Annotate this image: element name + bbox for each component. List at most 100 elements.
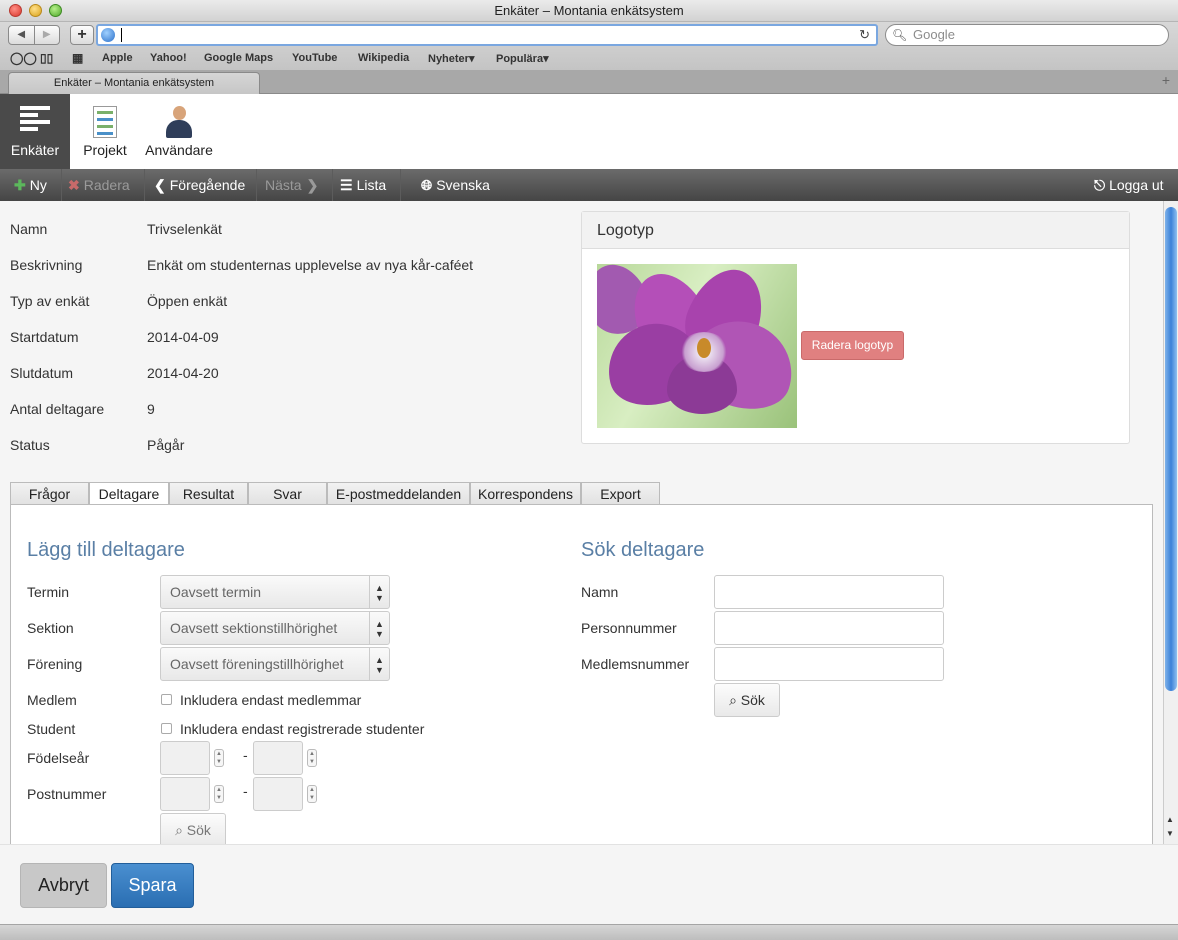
tab-fragor[interactable]: Frågor bbox=[10, 482, 89, 505]
select-arrows-icon: ▲ ▼ bbox=[369, 576, 389, 608]
spinner-arrows-icon[interactable]: ▲ ▼ bbox=[214, 785, 224, 803]
search-field[interactable]: 🔍︎ Google bbox=[885, 24, 1169, 46]
chevron-right-icon: ❯ bbox=[306, 177, 319, 193]
reading-list-icon[interactable]: ◯◯ bbox=[10, 51, 37, 65]
bookmarks-book-icon[interactable]: ▯▯ bbox=[40, 51, 53, 65]
tab-svar[interactable]: Svar bbox=[248, 482, 327, 505]
member-checkbox-label[interactable]: Inkludera endast medlemmar bbox=[180, 692, 361, 708]
next-button[interactable]: Nästa ❯ bbox=[261, 169, 322, 201]
save-button[interactable]: Spara bbox=[111, 863, 194, 908]
field-label-status: Status bbox=[10, 437, 50, 453]
address-bar[interactable]: ↻ bbox=[96, 24, 878, 46]
bookmarks-bar: ◯◯ ▯▯ ▦ Apple Yahoo! Google Maps YouTube… bbox=[0, 50, 1178, 68]
chevron-left-icon: ❮ bbox=[154, 177, 166, 193]
tab-korrespondens[interactable]: Korrespondens bbox=[470, 482, 581, 505]
range-separator: - bbox=[243, 747, 248, 763]
scrollbar-thumb[interactable] bbox=[1165, 207, 1177, 691]
tab-export[interactable]: Export bbox=[581, 482, 660, 505]
minimize-window-button[interactable] bbox=[29, 4, 42, 17]
new-tab-icon[interactable]: + bbox=[1162, 72, 1170, 88]
delete-button[interactable]: ✖ Radera bbox=[64, 169, 134, 201]
scroll-down-arrow-icon[interactable]: ▼ bbox=[1166, 829, 1174, 838]
bookmark-yahoo[interactable]: Yahoo! bbox=[150, 52, 187, 64]
globe-icon bbox=[101, 28, 115, 42]
back-arrow-icon[interactable]: ◀ bbox=[9, 26, 34, 44]
association-select[interactable]: Oavsett föreningstillhörighet ▲ ▼ bbox=[160, 647, 390, 681]
text-caret bbox=[121, 28, 122, 42]
tab-epostmeddelanden[interactable]: E-postmeddelanden bbox=[327, 482, 470, 505]
search-participants-title: Sök deltagare bbox=[581, 539, 705, 561]
tab-deltagare[interactable]: Deltagare bbox=[89, 482, 169, 506]
delete-logo-button[interactable]: Radera logotyp bbox=[801, 331, 904, 360]
list-button[interactable]: ☰ Lista bbox=[336, 169, 390, 201]
reload-icon[interactable]: ↻ bbox=[859, 26, 870, 44]
spinner-arrows-icon[interactable]: ▲ ▼ bbox=[214, 749, 224, 767]
module-label: Projekt bbox=[83, 142, 127, 158]
language-button[interactable]: 🌐︎ Svenska bbox=[417, 169, 494, 201]
postcode-to-input[interactable] bbox=[253, 777, 303, 811]
ssn-input[interactable] bbox=[714, 611, 944, 645]
spinner-arrows-icon[interactable]: ▲ ▼ bbox=[307, 749, 317, 767]
forward-arrow-icon[interactable]: ▶ bbox=[33, 26, 60, 44]
member-number-input[interactable] bbox=[714, 647, 944, 681]
browser-toolbar: ◀ ▶ + ↻ 🔍︎ Google ◯◯ ▯▯ ▦ Apple Yahoo! G… bbox=[0, 22, 1178, 70]
field-value-typ: Öppen enkät bbox=[147, 293, 228, 309]
section-label: Sektion bbox=[27, 620, 74, 636]
bookmark-wikipedia[interactable]: Wikipedia bbox=[358, 52, 409, 64]
field-label-antal: Antal deltagare bbox=[10, 401, 105, 417]
logo-image bbox=[597, 264, 797, 428]
term-select[interactable]: Oavsett termin ▲ ▼ bbox=[160, 575, 390, 609]
field-label-beskrivning: Beskrivning bbox=[10, 257, 83, 273]
previous-button[interactable]: ❮ Föregående bbox=[150, 169, 249, 201]
field-value-beskrivning: Enkät om studenternas upplevelse av nya … bbox=[147, 257, 474, 273]
module-header: Enkäter Projekt Användare bbox=[0, 94, 1178, 169]
close-window-button[interactable] bbox=[9, 4, 22, 17]
module-projekt[interactable]: Projekt bbox=[78, 94, 132, 169]
search-participants-button[interactable]: ⌕ Sök bbox=[714, 683, 780, 717]
document-chart-icon bbox=[93, 106, 117, 138]
search-icon: ⌕ bbox=[175, 822, 183, 838]
field-label-typ: Typ av enkät bbox=[10, 293, 90, 309]
member-label: Medlem bbox=[27, 692, 77, 708]
add-bookmark-button[interactable]: + bbox=[70, 25, 94, 45]
section-select[interactable]: Oavsett sektionstillhörighet ▲ ▼ bbox=[160, 611, 390, 645]
module-anvandare[interactable]: Användare bbox=[142, 94, 216, 169]
field-value-namn: Trivselenkät bbox=[147, 221, 222, 237]
cancel-button[interactable]: Avbryt bbox=[20, 863, 107, 908]
postcode-label: Postnummer bbox=[27, 786, 107, 802]
page-scrollbar[interactable]: ▲ ▼ bbox=[1163, 201, 1178, 844]
field-value-antal: 9 bbox=[147, 401, 155, 417]
add-search-button[interactable]: ⌕ Sök bbox=[160, 813, 226, 844]
logo-panel: Logotyp Radera logotyp bbox=[581, 211, 1130, 444]
birthyear-from-input[interactable] bbox=[160, 741, 210, 775]
student-checkbox-label[interactable]: Inkludera endast registrerade studenter bbox=[180, 721, 424, 737]
select-arrows-icon: ▲ ▼ bbox=[369, 648, 389, 680]
postcode-from-input[interactable] bbox=[160, 777, 210, 811]
member-checkbox[interactable] bbox=[161, 694, 172, 705]
browser-tabbar: Enkäter – Montania enkätsystem + bbox=[0, 70, 1178, 94]
divider bbox=[400, 169, 401, 201]
student-checkbox[interactable] bbox=[161, 723, 172, 734]
name-input[interactable] bbox=[714, 575, 944, 609]
spinner-arrows-icon[interactable]: ▲ ▼ bbox=[307, 785, 317, 803]
search-placeholder: Google bbox=[913, 27, 955, 42]
bookmark-populara[interactable]: Populära▾ bbox=[496, 52, 549, 65]
term-label: Termin bbox=[27, 584, 70, 600]
bookmark-youtube[interactable]: YouTube bbox=[292, 52, 337, 64]
bookmark-nyheter[interactable]: Nyheter▾ bbox=[428, 52, 474, 65]
zoom-window-button[interactable] bbox=[49, 4, 62, 17]
tab-resultat[interactable]: Resultat bbox=[169, 482, 248, 505]
module-label: Enkäter bbox=[10, 142, 60, 158]
top-sites-grid-icon[interactable]: ▦ bbox=[72, 51, 83, 65]
browser-tab[interactable]: Enkäter – Montania enkätsystem bbox=[8, 72, 260, 94]
birthyear-to-input[interactable] bbox=[253, 741, 303, 775]
member-number-label: Medlemsnummer bbox=[581, 656, 690, 672]
logout-button[interactable]: ⎋ Logga ut bbox=[1090, 169, 1168, 201]
divider bbox=[144, 169, 145, 201]
bookmark-apple[interactable]: Apple bbox=[102, 52, 133, 64]
scroll-up-arrow-icon[interactable]: ▲ bbox=[1166, 815, 1174, 824]
new-button[interactable]: ✚ Ny bbox=[10, 169, 51, 201]
module-enkater[interactable]: Enkäter bbox=[0, 94, 70, 169]
module-label: Användare bbox=[145, 142, 213, 158]
bookmark-google-maps[interactable]: Google Maps bbox=[204, 52, 273, 64]
